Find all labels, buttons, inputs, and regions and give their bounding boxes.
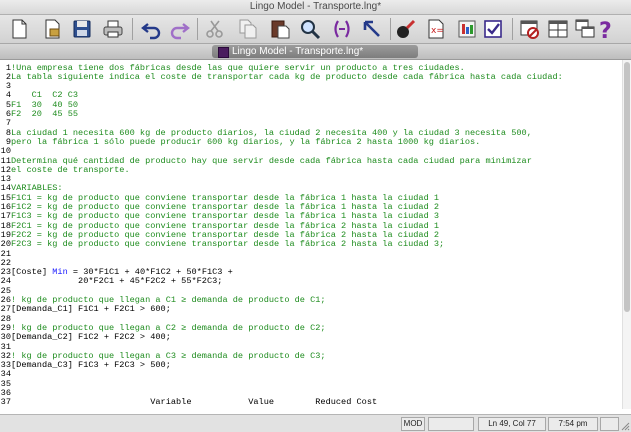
comment-text: el coste de transporte. [11,164,130,175]
code-line: 30[Demanda_C2] F1C2 + F2C2 > 400; [0,332,171,343]
tile-icon[interactable] [546,17,570,41]
paste-icon[interactable] [268,17,292,41]
code-line: 12el coste de transporte. [0,164,130,175]
solve-icon[interactable] [394,17,418,41]
send-to-back-icon[interactable] [481,17,505,41]
code-text: [Demanda_C1] F1C1 + F2C1 > 600; [11,304,171,315]
document-window: Lingo Model - Transporte.lng* 1!Una empr… [0,44,631,432]
toolbar: x= ? [0,15,631,44]
status-blank [428,417,474,431]
help-icon[interactable]: ? [594,17,618,41]
save-icon[interactable] [70,17,94,41]
code-text: [Demanda_C2] F1C2 + F2C2 > 400; [11,332,171,343]
line-number: 37 [0,397,11,408]
toolbar-separator [132,18,133,40]
code-text: Variable Value Reduced Cost [11,397,378,408]
print-icon[interactable] [101,17,125,41]
new-icon[interactable] [7,17,31,41]
code-line: 27[Demanda_C1] F1C1 + F2C1 > 600; [0,304,171,315]
svg-text:x=: x= [431,26,444,36]
code-line: 9pero la fábrica 1 sólo puede producir 6… [0,136,481,147]
options-icon[interactable] [455,17,479,41]
comment-text: F2 20 45 55 [11,109,79,119]
status-mode: MOD [401,417,425,431]
toolbar-separator [197,18,198,40]
status-bar: MOD Ln 49, Col 77 7:54 pm [0,414,631,432]
go-to-line-icon[interactable] [360,17,384,41]
resize-grip-icon[interactable] [621,422,630,431]
code-text: [Demanda_C3] F1C3 + F2C3 > 500; [11,360,171,371]
undo-icon[interactable] [139,17,163,41]
solution-icon[interactable]: x= [424,17,448,41]
comment-text: F2C3 = kg de producto que conviene trans… [11,239,445,250]
svg-text:?: ? [599,19,612,40]
document-tab[interactable]: Lingo Model - Transporte.lng* [212,45,418,58]
code-text: 20*F2C1 + 45*F2C2 + 55*F2C3; [11,276,223,287]
redo-icon[interactable] [168,17,192,41]
code-line: 33[Demanda_C3] F1C3 + F2C3 > 500; [0,360,171,371]
status-cursor-position: Ln 49, Col 77 [478,417,546,431]
copy-icon[interactable] [236,17,260,41]
window-title: Lingo Model - Transporte.lng* [249,1,382,12]
status-time: 7:54 pm [548,417,598,431]
document-tab-title: Lingo Model - Transporte.lng* [232,46,364,57]
open-icon[interactable] [40,17,64,41]
toolbar-separator [512,18,513,40]
status-extra [600,417,619,431]
close-all-icon[interactable] [518,17,542,41]
toolbar-separator [390,18,391,40]
code-line: 37 Variable Value Reduced Cost [0,397,378,408]
code-line: 2La tabla siguiente indica el coste de t… [0,71,563,82]
find-icon[interactable] [298,17,322,41]
document-title-bar: Lingo Model - Transporte.lng* [0,44,631,60]
scrollbar-thumb[interactable] [624,62,630,312]
match-parenthesis-icon[interactable] [330,17,354,41]
cut-icon[interactable] [203,17,227,41]
comment-text: pero la fábrica 1 sólo puede producir 60… [11,136,481,147]
title-bar: Lingo Model - Transporte.lng* [0,0,631,15]
code-line: 20F2C3 = kg de producto que conviene tra… [0,239,445,250]
lingo-file-icon [218,47,229,58]
code-editor[interactable]: 1!Una empresa tiene dos fábricas desde l… [0,60,622,409]
vertical-scrollbar[interactable] [622,60,631,409]
code-line: 6F2 20 45 55 [0,109,79,119]
code-line: 24 20*F2C1 + 45*F2C2 + 55*F2C3; [0,276,223,287]
comment-text: La tabla siguiente indica el coste de tr… [11,71,563,82]
